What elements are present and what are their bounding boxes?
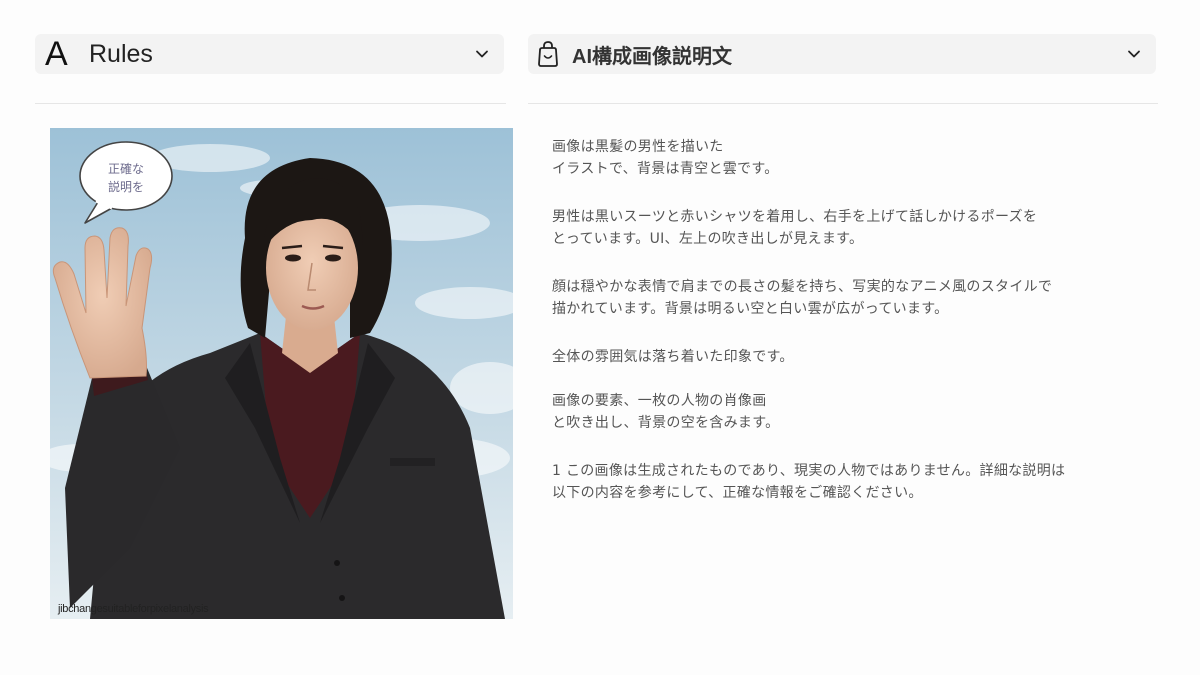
bubble-text-1: 正確な — [108, 161, 144, 176]
description-header[interactable]: AI構成画像説明文 — [528, 34, 1156, 74]
description-content: 画像は黒髪の男性を描いた イラストで、背景は青空と雲です。 男性は黒いスーツと赤… — [552, 136, 1142, 530]
paragraph: 男性は黒いスーツと赤いシャツを着用し、右手を上げて話しかけるポーズを とっていま… — [552, 209, 1038, 247]
description-title: AI構成画像説明文 — [572, 45, 732, 68]
paragraph: 全体の雰囲気は落ち着いた印象です。 — [552, 349, 794, 365]
paragraph: 画像の要素、一枚の人物の肖像画 と吹き出し、背景の空を含みます。 — [552, 393, 780, 431]
rules-header[interactable]: A Rules — [35, 34, 504, 74]
paragraph: 画像は黒髪の男性を描いた イラストで、背景は青空と雲です。 — [552, 139, 779, 177]
shopping-bag-icon — [538, 41, 558, 67]
paragraph: 顔は穏やかな表情で肩までの長さの髪を持ち、写実的なアニメ風のスタイルで 描かれて… — [552, 279, 1053, 317]
portrait-illustration: 正確な 説明を — [50, 128, 513, 619]
rules-title: Rules — [89, 39, 153, 68]
image-caption: jibchangesuitableforpixelanalysis — [58, 603, 209, 615]
divider — [528, 103, 1158, 104]
chevron-down-icon[interactable] — [1126, 46, 1142, 62]
chevron-down-icon[interactable] — [474, 46, 490, 62]
breast-pocket — [390, 458, 435, 466]
divider — [35, 103, 506, 104]
paragraph: 1 この画像は生成されたものであり、現実の人物ではありません。詳細な説明は 以下… — [552, 463, 1066, 501]
bubble-text-2: 説明を — [108, 179, 144, 194]
app-logo: A — [45, 35, 68, 73]
